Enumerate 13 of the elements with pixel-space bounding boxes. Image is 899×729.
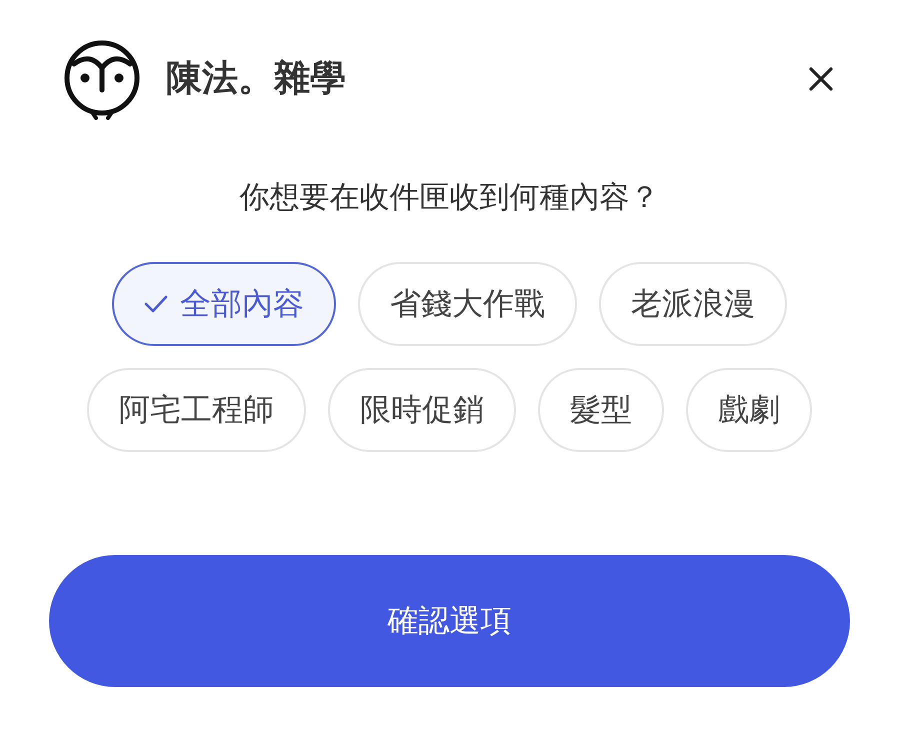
owl-logo-icon (62, 38, 142, 120)
topic-chip[interactable]: 限時促銷 (328, 368, 516, 452)
topic-chip[interactable]: 戲劇 (686, 368, 812, 452)
brand-title: 陳法。雜學 (166, 61, 346, 97)
topic-chip[interactable]: 全部內容 (112, 262, 336, 346)
topic-chip[interactable]: 省錢大作戰 (358, 262, 577, 346)
question-text: 你想要在收件匣收到何種內容？ (240, 180, 660, 216)
topic-chip[interactable]: 老派浪漫 (599, 262, 787, 346)
topic-chip[interactable]: 阿宅工程師 (87, 368, 306, 452)
close-icon (809, 67, 833, 91)
check-icon (144, 294, 168, 314)
confirm-button[interactable]: 確認選項 (49, 555, 850, 687)
topic-chip[interactable]: 髮型 (538, 368, 664, 452)
